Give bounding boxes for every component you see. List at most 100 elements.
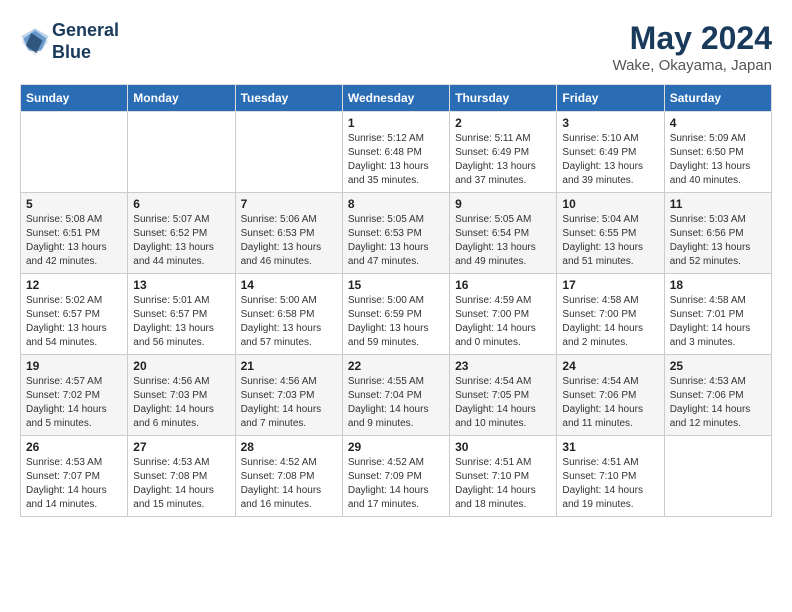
day-number: 14 — [241, 278, 337, 292]
day-info: Sunrise: 5:04 AM Sunset: 6:55 PM Dayligh… — [562, 213, 658, 269]
day-number: 16 — [455, 278, 551, 292]
day-info: Sunrise: 5:03 AM Sunset: 6:56 PM Dayligh… — [670, 213, 766, 269]
logo-line1: General — [52, 20, 119, 42]
calendar-cell: 26Sunrise: 4:53 AM Sunset: 7:07 PM Dayli… — [21, 436, 128, 517]
calendar-cell: 28 Sunrise: 4:52 AM Sunset: 7:08 PM Dayli… — [235, 436, 342, 517]
day-number: 24 — [562, 359, 658, 373]
day-number: 9 — [455, 197, 551, 211]
month-title: May 2024 — [612, 20, 772, 57]
day-number: 21 — [241, 359, 337, 373]
calendar-week-row: 5 Sunrise: 5:08 AM Sunset: 6:51 PM Daylig… — [21, 193, 772, 274]
calendar-cell: 3Sunrise: 5:10 AM Sunset: 6:49 PM Daylig… — [557, 112, 664, 193]
weekday-header-saturday: Saturday — [664, 85, 771, 112]
calendar-cell: 15Sunrise: 5:00 AM Sunset: 6:59 PM Dayli… — [342, 274, 449, 355]
day-number: 29 — [348, 440, 444, 454]
calendar-cell: 25 Sunrise: 4:53 AM Sunset: 7:06 PM Dayli… — [664, 355, 771, 436]
calendar-cell: 13 Sunrise: 5:01 AM Sunset: 6:57 PM Dayli… — [128, 274, 235, 355]
day-info: Sunrise: 4:57 AM Sunset: 7:02 PM Dayligh… — [26, 375, 122, 431]
weekday-header-thursday: Thursday — [450, 85, 557, 112]
calendar-cell — [21, 112, 128, 193]
day-info: Sunrise: 4:53 AM Sunset: 7:06 PM Dayligh… — [670, 375, 766, 431]
logo-line2: Blue — [52, 42, 119, 64]
day-info: Sunrise: 5:02 AM Sunset: 6:57 PM Dayligh… — [26, 294, 122, 350]
day-info: Sunrise: 5:07 AM Sunset: 6:52 PM Dayligh… — [133, 213, 229, 269]
calendar-week-row: 26Sunrise: 4:53 AM Sunset: 7:07 PM Dayli… — [21, 436, 772, 517]
header: General Blue May 2024 Wake, Okayama, Jap… — [20, 20, 772, 74]
day-info: Sunrise: 5:01 AM Sunset: 6:57 PM Dayligh… — [133, 294, 229, 350]
day-number: 26 — [26, 440, 122, 454]
calendar-cell: 20 Sunrise: 4:56 AM Sunset: 7:03 PM Dayli… — [128, 355, 235, 436]
calendar-cell: 8 Sunrise: 5:05 AM Sunset: 6:53 PM Daylig… — [342, 193, 449, 274]
day-info: Sunrise: 5:08 AM Sunset: 6:51 PM Dayligh… — [26, 213, 122, 269]
day-info: Sunrise: 4:51 AM Sunset: 7:10 PM Dayligh… — [562, 456, 658, 512]
day-number: 31 — [562, 440, 658, 454]
weekday-header-row: SundayMondayTuesdayWednesdayThursdayFrid… — [21, 85, 772, 112]
day-number: 8 — [348, 197, 444, 211]
day-info: Sunrise: 5:05 AM Sunset: 6:53 PM Dayligh… — [348, 213, 444, 269]
calendar-cell — [235, 112, 342, 193]
day-info: Sunrise: 5:06 AM Sunset: 6:53 PM Dayligh… — [241, 213, 337, 269]
day-info: Sunrise: 5:00 AM Sunset: 6:59 PM Dayligh… — [348, 294, 444, 350]
weekday-header-sunday: Sunday — [21, 85, 128, 112]
day-number: 4 — [670, 116, 766, 130]
calendar-cell: 6 Sunrise: 5:07 AM Sunset: 6:52 PM Daylig… — [128, 193, 235, 274]
calendar-cell: 10 Sunrise: 5:04 AM Sunset: 6:55 PM Dayli… — [557, 193, 664, 274]
logo: General Blue — [20, 20, 119, 63]
day-info: Sunrise: 4:53 AM Sunset: 7:08 PM Dayligh… — [133, 456, 229, 512]
calendar-cell: 4 Sunrise: 5:09 AM Sunset: 6:50 PM Daylig… — [664, 112, 771, 193]
day-number: 28 — [241, 440, 337, 454]
day-info: Sunrise: 5:11 AM Sunset: 6:49 PM Dayligh… — [455, 132, 551, 188]
calendar-cell: 27Sunrise: 4:53 AM Sunset: 7:08 PM Dayli… — [128, 436, 235, 517]
calendar-cell: 11 Sunrise: 5:03 AM Sunset: 6:56 PM Dayli… — [664, 193, 771, 274]
calendar-cell: 23Sunrise: 4:54 AM Sunset: 7:05 PM Dayli… — [450, 355, 557, 436]
day-number: 18 — [670, 278, 766, 292]
day-info: Sunrise: 5:09 AM Sunset: 6:50 PM Dayligh… — [670, 132, 766, 188]
day-number: 19 — [26, 359, 122, 373]
calendar-cell: 14 Sunrise: 5:00 AM Sunset: 6:58 PM Dayli… — [235, 274, 342, 355]
day-number: 6 — [133, 197, 229, 211]
calendar-cell: 1 Sunrise: 5:12 AM Sunset: 6:48 PM Daylig… — [342, 112, 449, 193]
day-info: Sunrise: 5:12 AM Sunset: 6:48 PM Dayligh… — [348, 132, 444, 188]
location-title: Wake, Okayama, Japan — [612, 57, 772, 74]
weekday-header-wednesday: Wednesday — [342, 85, 449, 112]
calendar-cell: 18 Sunrise: 4:58 AM Sunset: 7:01 PM Dayli… — [664, 274, 771, 355]
day-info: Sunrise: 5:05 AM Sunset: 6:54 PM Dayligh… — [455, 213, 551, 269]
day-info: Sunrise: 4:58 AM Sunset: 7:00 PM Dayligh… — [562, 294, 658, 350]
calendar-cell — [128, 112, 235, 193]
calendar-cell: 30Sunrise: 4:51 AM Sunset: 7:10 PM Dayli… — [450, 436, 557, 517]
day-info: Sunrise: 5:00 AM Sunset: 6:58 PM Dayligh… — [241, 294, 337, 350]
day-info: Sunrise: 4:52 AM Sunset: 7:09 PM Dayligh… — [348, 456, 444, 512]
day-number: 5 — [26, 197, 122, 211]
day-number: 13 — [133, 278, 229, 292]
weekday-header-friday: Friday — [557, 85, 664, 112]
day-number: 7 — [241, 197, 337, 211]
title-area: May 2024 Wake, Okayama, Japan — [612, 20, 772, 74]
day-info: Sunrise: 4:56 AM Sunset: 7:03 PM Dayligh… — [241, 375, 337, 431]
day-number: 20 — [133, 359, 229, 373]
day-number: 11 — [670, 197, 766, 211]
day-number: 10 — [562, 197, 658, 211]
calendar-cell: 17Sunrise: 4:58 AM Sunset: 7:00 PM Dayli… — [557, 274, 664, 355]
day-number: 2 — [455, 116, 551, 130]
day-info: Sunrise: 4:54 AM Sunset: 7:05 PM Dayligh… — [455, 375, 551, 431]
calendar-cell: 21 Sunrise: 4:56 AM Sunset: 7:03 PM Dayli… — [235, 355, 342, 436]
calendar-cell — [664, 436, 771, 517]
calendar-cell: 24 Sunrise: 4:54 AM Sunset: 7:06 PM Dayli… — [557, 355, 664, 436]
day-number: 1 — [348, 116, 444, 130]
day-info: Sunrise: 4:54 AM Sunset: 7:06 PM Dayligh… — [562, 375, 658, 431]
day-info: Sunrise: 4:56 AM Sunset: 7:03 PM Dayligh… — [133, 375, 229, 431]
calendar-cell: 2 Sunrise: 5:11 AM Sunset: 6:49 PM Daylig… — [450, 112, 557, 193]
calendar-cell: 9 Sunrise: 5:05 AM Sunset: 6:54 PM Daylig… — [450, 193, 557, 274]
calendar-cell: 5 Sunrise: 5:08 AM Sunset: 6:51 PM Daylig… — [21, 193, 128, 274]
day-info: Sunrise: 4:52 AM Sunset: 7:08 PM Dayligh… — [241, 456, 337, 512]
calendar-week-row: 19 Sunrise: 4:57 AM Sunset: 7:02 PM Dayli… — [21, 355, 772, 436]
day-info: Sunrise: 4:55 AM Sunset: 7:04 PM Dayligh… — [348, 375, 444, 431]
day-info: Sunrise: 4:58 AM Sunset: 7:01 PM Dayligh… — [670, 294, 766, 350]
calendar-week-row: 1 Sunrise: 5:12 AM Sunset: 6:48 PM Daylig… — [21, 112, 772, 193]
calendar-cell: 12 Sunrise: 5:02 AM Sunset: 6:57 PM Dayli… — [21, 274, 128, 355]
calendar-cell: 22 Sunrise: 4:55 AM Sunset: 7:04 PM Dayli… — [342, 355, 449, 436]
weekday-header-monday: Monday — [128, 85, 235, 112]
day-number: 22 — [348, 359, 444, 373]
day-number: 12 — [26, 278, 122, 292]
day-number: 25 — [670, 359, 766, 373]
